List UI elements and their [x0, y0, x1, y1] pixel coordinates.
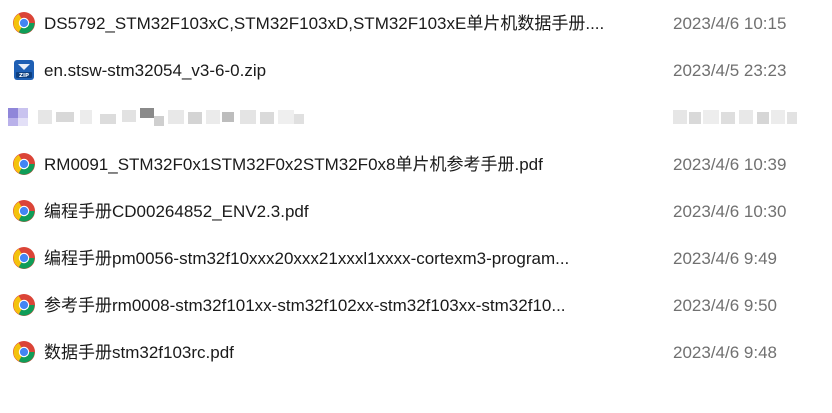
- chrome-icon: [12, 11, 36, 35]
- redacted-date-mosaic: [673, 106, 799, 128]
- chrome-icon: [12, 199, 36, 223]
- file-list: DS5792_STM32F103xC,STM32F103xD,STM32F103…: [0, 0, 832, 413]
- file-name: RM0091_STM32F0x1STM32F0x2STM32F0x8单片机参考手…: [44, 155, 543, 174]
- file-row[interactable]: 参考手册rm0008-stm32f101xx-stm32f102xx-stm32…: [0, 282, 832, 329]
- redacted-file-row[interactable]: [0, 94, 832, 141]
- file-row[interactable]: RM0091_STM32F0x1STM32F0x2STM32F0x8单片机参考手…: [0, 141, 832, 188]
- zip-icon: ZIP: [12, 58, 36, 82]
- file-date: 2023/4/6 9:50: [673, 296, 777, 315]
- file-row[interactable]: 编程手册pm0056-stm32f10xxx20xxx21xxxl1xxxx-c…: [0, 235, 832, 282]
- file-date: 2023/4/6 9:48: [673, 343, 777, 362]
- file-name: 数据手册stm32f103rc.pdf: [44, 343, 234, 362]
- file-date: 2023/4/5 23:23: [673, 61, 787, 80]
- file-name: 参考手册rm0008-stm32f101xx-stm32f102xx-stm32…: [44, 296, 566, 315]
- file-row[interactable]: ZIP en.stsw-stm32054_v3-6-0.zip 2023/4/5…: [0, 47, 832, 94]
- file-name: 编程手册CD00264852_ENV2.3.pdf: [44, 202, 309, 221]
- file-row[interactable]: 数据手册stm32f103rc.pdf 2023/4/6 9:48: [0, 329, 832, 376]
- file-name: 编程手册pm0056-stm32f10xxx20xxx21xxxl1xxxx-c…: [44, 249, 570, 268]
- file-date: 2023/4/6 10:39: [673, 155, 787, 174]
- chrome-icon: [12, 340, 36, 364]
- file-row[interactable]: 编程手册CD00264852_ENV2.3.pdf 2023/4/6 10:30: [0, 188, 832, 235]
- file-date: 2023/4/6 10:30: [673, 202, 787, 221]
- file-date: 2023/4/6 10:15: [673, 14, 787, 33]
- zip-icon-label: ZIP: [19, 73, 29, 79]
- chrome-icon: [12, 152, 36, 176]
- file-date: 2023/4/6 9:49: [673, 249, 777, 268]
- file-name: en.stsw-stm32054_v3-6-0.zip: [44, 61, 267, 80]
- file-name: DS5792_STM32F103xC,STM32F103xD,STM32F103…: [44, 14, 605, 33]
- chrome-icon: [12, 293, 36, 317]
- redacted-name-mosaic: [8, 106, 308, 128]
- file-row[interactable]: DS5792_STM32F103xC,STM32F103xD,STM32F103…: [0, 0, 832, 47]
- chrome-icon: [12, 246, 36, 270]
